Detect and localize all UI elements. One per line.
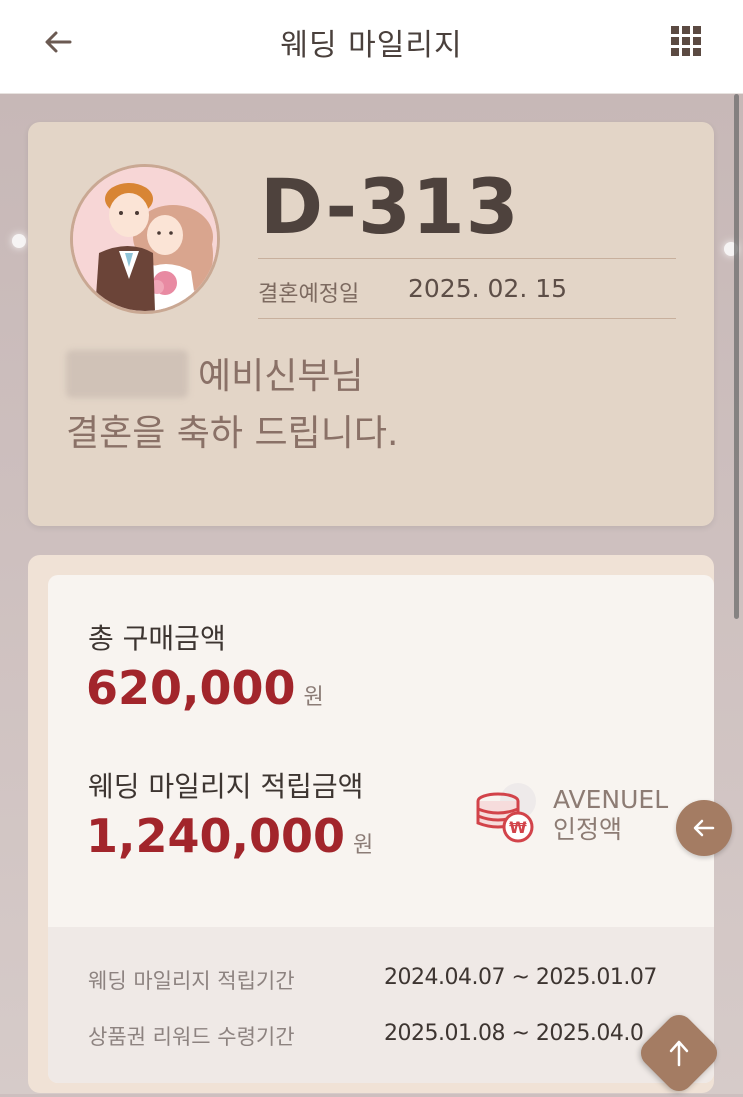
page-title: 웨딩 마일리지: [280, 28, 463, 63]
divider: [258, 318, 676, 319]
grid-menu-button[interactable]: [671, 26, 701, 56]
total-purchase-label: 총 구매금액: [88, 622, 226, 655]
avenuel-label-line1: AVENUEL: [553, 785, 669, 814]
mileage-label: 웨딩 마일리지 적립금액: [88, 770, 364, 803]
currency-unit: 원: [303, 685, 324, 710]
coin-won-icon: ₩: [476, 783, 536, 843]
total-purchase-value: 620,000 원: [86, 661, 324, 715]
accrual-period-label: 웨딩 마일리지 적립기간: [88, 969, 295, 993]
amount-card: 총 구매금액 620,000 원 웨딩 마일리지 적립금액 1,240,000 원 …: [48, 575, 714, 1083]
top-bar: 웨딩 마일리지: [0, 0, 743, 94]
decor-light: [12, 234, 26, 248]
grid-menu-icon: [671, 26, 679, 34]
couple-illustration: [73, 167, 217, 311]
dday-count: D-313: [260, 162, 520, 251]
avenuel-link[interactable]: AVENUEL 인정액: [553, 785, 668, 845]
bride-title: 예비신부님: [198, 356, 364, 397]
mileage-amount: 1,240,000: [86, 809, 345, 863]
total-purchase-amount: 620,000: [86, 661, 296, 715]
reward-period-label: 상품권 리워드 수령기간: [88, 1025, 295, 1049]
currency-unit: 원: [353, 833, 374, 858]
avenuel-label-line2: 인정액: [553, 815, 623, 844]
congratulation-message: 결혼을 축하 드립니다.: [66, 413, 399, 454]
svg-text:₩: ₩: [509, 818, 527, 837]
divider: [258, 258, 676, 259]
blurred-name: [66, 350, 188, 398]
dday-card: D-313 결혼예정일 2025. 02. 15 예비신부님 결혼을 축하 드립…: [28, 122, 714, 526]
accrual-period-value: 2024.04.07 ~ 2025.01.07: [384, 965, 657, 990]
arrow-left-icon: [693, 819, 715, 837]
wedding-date: 2025. 02. 15: [408, 274, 568, 303]
couple-avatar: [70, 164, 220, 314]
scrollbar[interactable]: [734, 94, 739, 619]
scroll-top-icon: [648, 1022, 710, 1084]
reward-period-value: 2025.01.08 ~ 2025.04.0: [384, 1021, 644, 1046]
side-panel-toggle[interactable]: [676, 800, 732, 856]
wedding-date-label: 결혼예정일: [258, 282, 360, 307]
amount-section: 총 구매금액 620,000 원 웨딩 마일리지 적립금액 1,240,000 원 …: [28, 555, 714, 1093]
mileage-value: 1,240,000 원: [86, 809, 373, 863]
period-box: 웨딩 마일리지 적립기간 2024.04.07 ~ 2025.01.07 상품권…: [48, 927, 714, 1083]
